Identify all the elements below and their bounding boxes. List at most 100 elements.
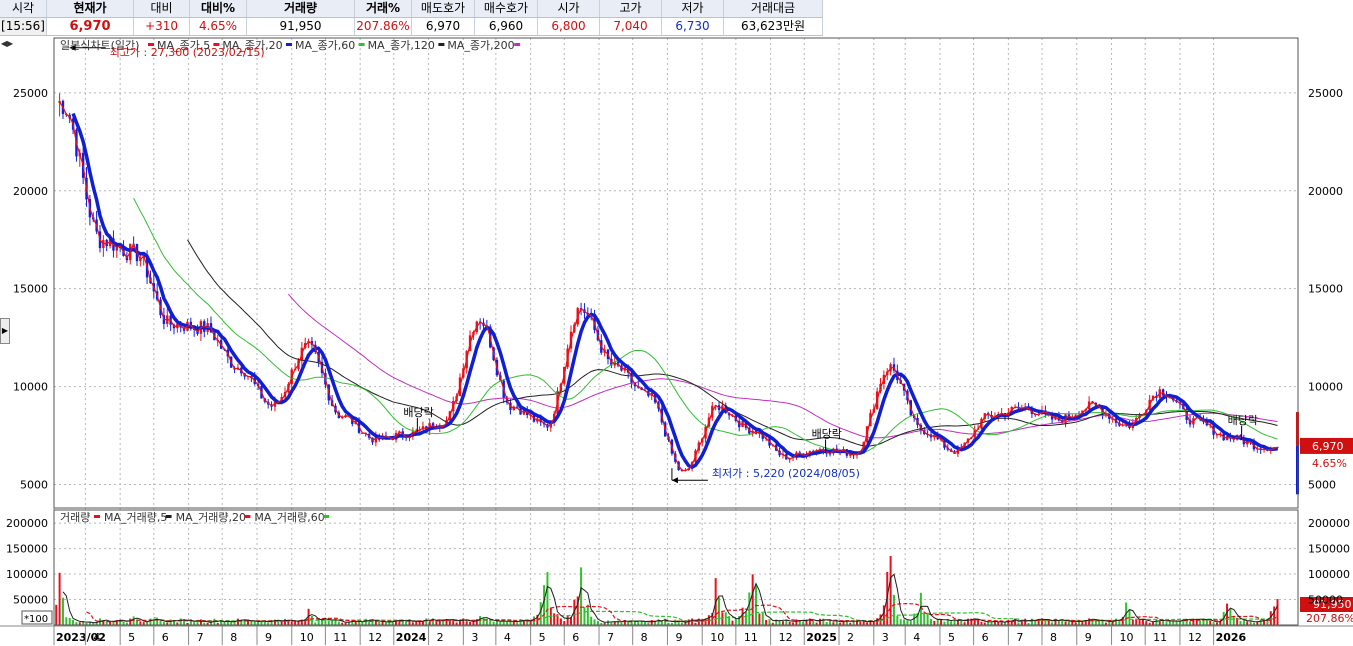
y-tick-left: 10000 xyxy=(13,381,48,394)
y-tick-right: 25000 xyxy=(1308,87,1343,100)
volume-bar xyxy=(923,612,926,625)
volume-unit-label: *100 xyxy=(24,614,48,625)
volume-bar xyxy=(704,619,707,625)
volume-bar xyxy=(637,621,640,625)
legend-entry: MA_종가,60 xyxy=(295,39,355,52)
volume-bar xyxy=(1044,620,1047,625)
vol-tick-left: 200000 xyxy=(6,517,48,530)
volume-bar xyxy=(58,572,61,625)
volume-bar xyxy=(909,621,912,625)
x-tick-label: 8 xyxy=(1050,631,1057,644)
volume-bar xyxy=(1276,598,1279,625)
volume-bar xyxy=(583,607,586,625)
volume-bar xyxy=(818,618,821,625)
volume-bar xyxy=(781,621,784,625)
volume-bar xyxy=(1246,621,1249,625)
legend-swatch xyxy=(323,515,330,518)
volume-bar xyxy=(812,620,815,625)
x-tick-label: 11 xyxy=(333,631,347,644)
vol-tick-right: 200000 xyxy=(1308,517,1350,530)
x-tick-label: 3 xyxy=(882,631,889,644)
vol-tick-left: 50000 xyxy=(13,594,48,607)
x-tick-label: 10 xyxy=(300,631,314,644)
volume-chart-title: 거래량 xyxy=(60,511,90,524)
volume-bar xyxy=(734,618,737,625)
volume-bar xyxy=(415,621,418,625)
x-tick-label: 11 xyxy=(744,631,758,644)
volume-bars xyxy=(55,556,1279,625)
volume-bar xyxy=(1088,618,1091,625)
current-price-value: 6,970 xyxy=(1312,440,1344,453)
legend-swatch xyxy=(165,515,172,518)
volume-bar xyxy=(1209,620,1212,625)
volume-bar xyxy=(933,620,936,625)
x-tick-label: 7 xyxy=(1016,631,1023,644)
volume-frame xyxy=(53,509,1299,626)
current-change-value: 4.65% xyxy=(1312,457,1347,470)
x-tick-label: 5 xyxy=(539,631,546,644)
volume-bar xyxy=(539,602,542,625)
x-tick-label: 9 xyxy=(675,631,682,644)
vol-tick-right: 50000 xyxy=(1308,594,1343,607)
volume-bar xyxy=(950,621,953,625)
volume-bar xyxy=(1189,621,1192,625)
volume-bar xyxy=(731,620,734,625)
x-tick-label: 12 xyxy=(1188,631,1202,644)
volume-bar xyxy=(1128,609,1131,625)
x-tick-label: 2024 xyxy=(396,631,427,644)
x-tick-label: 5 xyxy=(948,631,955,644)
volume-bar xyxy=(1131,619,1134,625)
legend-entry: MA_종가,5 xyxy=(157,39,210,52)
volume-bar xyxy=(926,613,929,625)
volume-bar xyxy=(1094,621,1097,625)
x-tick-label: 6 xyxy=(572,631,579,644)
legend-swatch xyxy=(286,43,292,46)
volume-bar xyxy=(586,604,589,625)
volume-bar xyxy=(502,621,505,625)
price-chart-title: 일본식차트(일간) xyxy=(60,38,139,52)
volume-bar xyxy=(1205,619,1208,625)
legend-swatch xyxy=(94,515,100,518)
axes: 2023/024 5 6 7 8 9 10 11 12 2024 2 3 4 5 6 7 8 9 10 11 12 202… xyxy=(0,37,1353,645)
legend-entry: MA_거래량,60 xyxy=(254,511,324,524)
volume-bar xyxy=(65,617,68,625)
y-tick-left: 25000 xyxy=(13,87,48,100)
volume-bar xyxy=(795,619,798,625)
price-chart: 최고가 : 27,300 (2023/02/15)최저가 : 5,220 (20… xyxy=(58,44,1353,495)
legend-swatch xyxy=(438,43,445,46)
volume-bar xyxy=(290,621,293,625)
volume-bar xyxy=(1138,620,1141,625)
volume-bar xyxy=(159,620,162,625)
volume-bar xyxy=(425,618,428,625)
volume-bar xyxy=(566,616,569,625)
x-tick-label: 4 xyxy=(93,631,100,644)
legend-entry: MA_종가,200 xyxy=(447,39,514,52)
volume-ma20-line xyxy=(86,602,1278,623)
legend-swatch xyxy=(514,43,521,46)
legend-entry: MA_거래량,20 xyxy=(176,511,246,524)
volume-bar xyxy=(263,621,266,625)
volume-bar xyxy=(889,556,892,625)
x-tick-label: 11 xyxy=(1153,631,1167,644)
x-tick-label: 2025 xyxy=(806,631,837,644)
x-tick-label: 8 xyxy=(641,631,648,644)
x-tick-label: 6 xyxy=(162,631,169,644)
x-tick-label: 4 xyxy=(913,631,920,644)
volume-bar xyxy=(1155,619,1158,625)
volume-bar xyxy=(973,619,976,625)
volume-bar xyxy=(294,621,297,625)
legend-entry: MA_종가,20 xyxy=(222,39,282,52)
ex-dividend-label: 배당락 xyxy=(1228,414,1258,427)
x-tick-label: 2026 xyxy=(1216,631,1247,644)
x-tick-label: 8 xyxy=(230,631,237,644)
volume-bar xyxy=(765,619,768,625)
volume-bar xyxy=(236,618,239,625)
volume-bar xyxy=(956,620,959,625)
volume-bar xyxy=(243,620,246,625)
volume-bar xyxy=(465,621,468,625)
grid-lines xyxy=(53,38,1298,625)
volume-bar xyxy=(1232,616,1235,625)
x-tick-label: 9 xyxy=(1085,631,1092,644)
volume-bar xyxy=(1263,621,1266,625)
volume-bar xyxy=(929,618,932,625)
